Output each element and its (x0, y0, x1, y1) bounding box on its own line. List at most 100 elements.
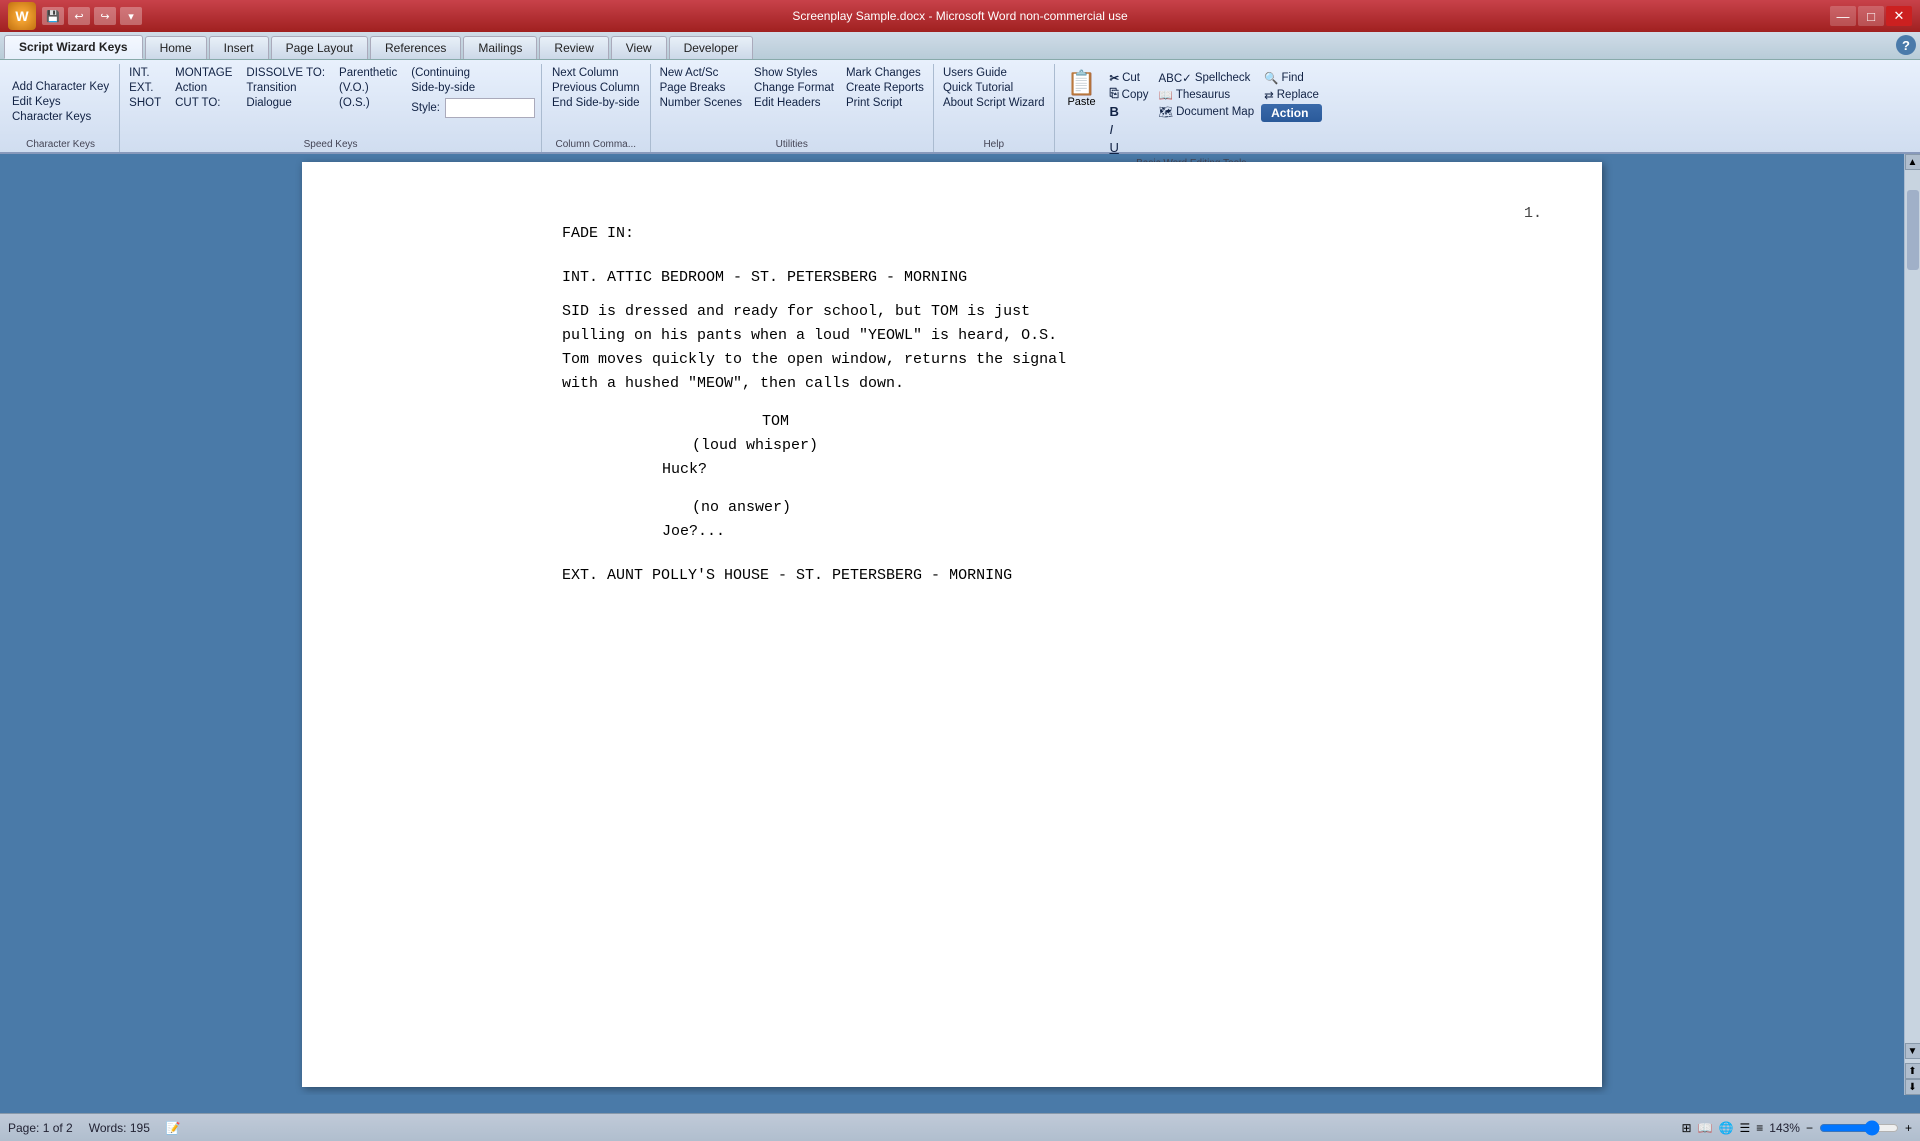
tab-developer[interactable]: Developer (669, 36, 754, 59)
tab-home[interactable]: Home (145, 36, 207, 59)
print-script-button[interactable]: Print Script (843, 96, 927, 110)
change-format-button[interactable]: Change Format (751, 81, 837, 95)
zoom-in-icon[interactable]: + (1905, 1121, 1912, 1135)
character-keys-button[interactable]: Character Keys (8, 110, 113, 124)
paste-button[interactable]: 📋 Paste (1061, 70, 1103, 110)
edit-keys-button[interactable]: Edit Keys (8, 95, 113, 109)
parenthetic-button[interactable]: Parenthetic (336, 66, 400, 80)
status-left: Page: 1 of 2 Words: 195 📝 (8, 1121, 181, 1135)
previous-column-button[interactable]: Previous Column (548, 81, 644, 95)
dissolve-to-button[interactable]: DISSOLVE TO: (243, 66, 328, 80)
minimize-button[interactable]: — (1830, 6, 1856, 26)
create-reports-button[interactable]: Create Reports (843, 81, 927, 95)
tab-view[interactable]: View (611, 36, 667, 59)
tab-bar: Script Wizard Keys Home Insert Page Layo… (0, 32, 1920, 60)
status-bar: Page: 1 of 2 Words: 195 📝 ⊞ 📖 🌐 ☰ ≡ 143%… (0, 1113, 1920, 1141)
help-icon[interactable]: ? (1896, 35, 1916, 55)
ribbon-content: Add Character Key Edit Keys Character Ke… (0, 60, 1920, 152)
new-act-sc-button[interactable]: New Act/Sc (657, 66, 745, 80)
speed-keys-col5: (Continuing Side-by-side Style: (408, 66, 535, 118)
zoom-percentage: 143% (1769, 1121, 1800, 1135)
continuing-button[interactable]: (Continuing (408, 66, 535, 80)
shot-button[interactable]: SHOT (126, 96, 164, 110)
thesaurus-button[interactable]: 📖 Thesaurus (1156, 87, 1258, 103)
view-reading-icon[interactable]: 📖 (1698, 1121, 1713, 1135)
spellcheck-button[interactable]: ABC✓ Spellcheck (1156, 70, 1258, 86)
cut-copy-col: ✂ Cut ⎘ Copy B I U (1106, 70, 1151, 156)
scroll-up-arrow[interactable]: ▲ (1905, 154, 1920, 170)
side-by-side-button[interactable]: Side-by-side (408, 81, 535, 95)
word-editing-buttons: 📋 Paste ✂ Cut ⎘ Copy B (1061, 66, 1322, 156)
end-side-by-side-button[interactable]: End Side-by-side (548, 96, 644, 110)
redo-icon[interactable]: ↪ (94, 7, 116, 25)
action-speed-button[interactable]: Action (172, 81, 235, 95)
add-character-key-button[interactable]: Add Character Key (8, 80, 113, 94)
zoom-out-icon[interactable]: − (1806, 1121, 1813, 1135)
cut-to-button[interactable]: CUT TO: (172, 96, 235, 110)
spellcheck-icon: ABC✓ (1159, 71, 1192, 85)
page-breaks-button[interactable]: Page Breaks (657, 81, 745, 95)
vo-button[interactable]: (V.O.) (336, 81, 400, 95)
scroll-down-arrow[interactable]: ▼ (1905, 1043, 1920, 1059)
about-script-wizard-button[interactable]: About Script Wizard (940, 96, 1048, 110)
speed-keys-col3: DISSOLVE TO: Transition Dialogue (243, 66, 328, 118)
scroll-page-down[interactable]: ⬇ (1905, 1079, 1920, 1095)
proofing-icon[interactable]: 📝 (166, 1121, 181, 1135)
quick-tutorial-button[interactable]: Quick Tutorial (940, 81, 1048, 95)
tab-insert[interactable]: Insert (209, 36, 269, 59)
save-icon[interactable]: 💾 (42, 7, 64, 25)
view-outline-icon[interactable]: ☰ (1739, 1121, 1750, 1135)
document-page[interactable]: 1. FADE IN: INT. ATTIC BEDROOM - ST. PET… (302, 162, 1602, 1087)
dialogue-button[interactable]: Dialogue (243, 96, 328, 110)
montage-button[interactable]: MONTAGE (172, 66, 235, 80)
action-label: Action (1261, 104, 1322, 122)
find-button[interactable]: 🔍 Find (1261, 70, 1322, 86)
edit-headers-button[interactable]: Edit Headers (751, 96, 837, 110)
next-column-button[interactable]: Next Column (548, 66, 644, 80)
office-logo: W (8, 2, 36, 30)
number-scenes-button[interactable]: Number Scenes (657, 96, 745, 110)
zoom-slider[interactable] (1819, 1120, 1899, 1136)
view-web-icon[interactable]: 🌐 (1719, 1121, 1734, 1135)
copy-icon: ⎘ (1109, 88, 1118, 101)
underline-button[interactable]: U (1106, 139, 1151, 156)
copy-button[interactable]: ⎘ Copy (1106, 87, 1151, 102)
view-draft-icon[interactable]: ≡ (1756, 1121, 1763, 1135)
ribbon-group-speed-keys: INT. EXT. SHOT MONTAGE Action CUT TO: DI… (120, 64, 542, 152)
tab-page-layout[interactable]: Page Layout (271, 36, 368, 59)
scroll-page-up[interactable]: ⬆ (1905, 1063, 1920, 1079)
cut-button[interactable]: ✂ Cut (1106, 70, 1151, 86)
show-styles-button[interactable]: Show Styles (751, 66, 837, 80)
vertical-scrollbar[interactable]: ▲ ▼ ⬆ ⬇ (1904, 154, 1920, 1095)
style-input[interactable] (445, 98, 535, 118)
replace-button[interactable]: ⇄ Replace (1261, 87, 1322, 103)
document-map-button[interactable]: 🗺 Document Map (1156, 104, 1258, 120)
users-guide-button[interactable]: Users Guide (940, 66, 1048, 80)
scrollbar-thumb[interactable] (1907, 190, 1919, 270)
utilities-col2: Show Styles Change Format Edit Headers (751, 66, 837, 110)
quick-access-toolbar: 💾 ↩ ↪ ▾ (42, 7, 142, 25)
find-icon: 🔍 (1264, 71, 1278, 85)
os-button[interactable]: (O.S.) (336, 96, 400, 110)
customize-icon[interactable]: ▾ (120, 7, 142, 25)
speed-keys-col2: MONTAGE Action CUT TO: (172, 66, 235, 118)
view-normal-icon[interactable]: ⊞ (1682, 1121, 1692, 1135)
maximize-button[interactable]: □ (1858, 6, 1884, 26)
tab-references[interactable]: References (370, 36, 461, 59)
fade-in: FADE IN: (562, 222, 1522, 246)
tab-review[interactable]: Review (539, 36, 608, 59)
close-button[interactable]: ✕ (1886, 6, 1912, 26)
int-button[interactable]: INT. (126, 66, 164, 80)
page-number: 1. (1524, 202, 1542, 226)
tab-script-wizard-keys[interactable]: Script Wizard Keys (4, 35, 143, 59)
italic-button[interactable]: I (1106, 121, 1151, 138)
mark-changes-button[interactable]: Mark Changes (843, 66, 927, 80)
undo-icon[interactable]: ↩ (68, 7, 90, 25)
tab-mailings[interactable]: Mailings (463, 36, 537, 59)
bold-button[interactable]: B (1106, 103, 1151, 120)
character-keys-group-label: Character Keys (8, 137, 113, 152)
ext-button[interactable]: EXT. (126, 81, 164, 95)
transition-button[interactable]: Transition (243, 81, 328, 95)
scene-heading-2: EXT. AUNT POLLY'S HOUSE - ST. PETERSBERG… (562, 564, 1522, 588)
replace-icon: ⇄ (1264, 88, 1274, 102)
